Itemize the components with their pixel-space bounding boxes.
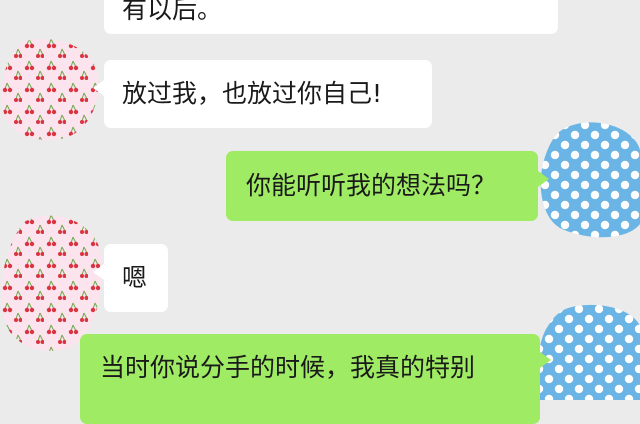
message-bubble-received[interactable]: 嗯 [93,244,168,312]
contact-avatar[interactable] [0,212,104,354]
message-text: 嗯 [122,263,148,292]
cherry-pattern-avatar-icon [1,215,103,351]
message-bubble-received[interactable]: 有以后。 [104,0,558,34]
message-bubble-sent[interactable]: 你能听听我的想法吗？ [226,151,549,221]
polka-dot-avatar-icon [540,122,640,238]
message-bubble-received[interactable]: 放过我，也放过你自己! [93,60,432,128]
polka-dot-avatar-icon [537,304,640,400]
message-text: 当时你说分手的时候，我真的特别 [100,353,476,382]
message-text: 有以后。 [122,0,223,24]
message-text: 放过我，也放过你自己! [122,79,383,108]
message-text: 你能听听我的想法吗？ [246,171,497,200]
cherry-pattern-avatar-icon [1,38,99,141]
message-tail [540,352,551,368]
message-bubble-sent[interactable]: 当时你说分手的时候，我真的特别 [80,334,540,424]
user-avatar[interactable] [540,120,640,240]
contact-avatar[interactable] [0,36,100,142]
